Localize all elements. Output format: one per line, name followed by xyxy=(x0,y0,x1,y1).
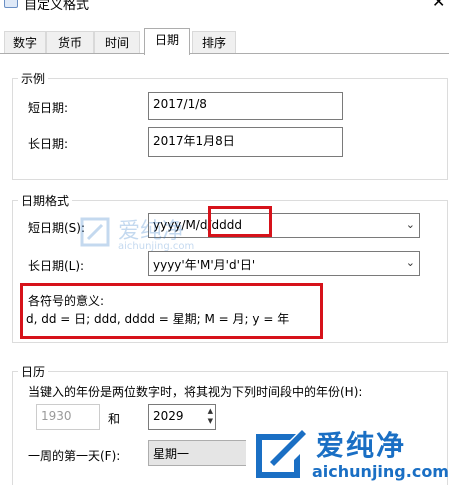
and-label: 和 xyxy=(108,412,121,426)
app-icon xyxy=(4,0,18,8)
tab-date[interactable]: 日期 xyxy=(144,28,190,55)
tab-currency[interactable]: 货币 xyxy=(46,31,94,54)
first-day-value: 星期一 xyxy=(153,447,190,461)
long-date-value: yyyy'年'M'月'd'日' xyxy=(153,258,256,272)
tab-sort[interactable]: 排序 xyxy=(192,31,236,54)
short-date-label: 短日期(S): xyxy=(28,221,86,235)
brand-watermark: 爱纯净 aichunjing.com xyxy=(246,420,449,485)
window-title: 自定义格式 xyxy=(24,0,90,13)
tab-number[interactable]: 数字 xyxy=(4,31,46,54)
faint-watermark: 爱纯净 aichunjing.com xyxy=(78,215,198,259)
close-icon[interactable]: ✕ xyxy=(432,0,445,11)
faint-watermark-domain: aichunjing.com xyxy=(118,241,195,252)
date-format-group-title: 日期格式 xyxy=(18,192,73,209)
example-long-label: 长日期: xyxy=(28,137,69,151)
example-short-label: 短日期: xyxy=(28,101,69,115)
brand-logo-icon xyxy=(256,430,306,478)
first-day-label: 一周的第一天(F): xyxy=(28,449,121,463)
chevron-down-icon[interactable]: ⌄ xyxy=(406,218,415,231)
chevron-down-icon[interactable]: ⌄ xyxy=(406,256,415,269)
title-bar: 自定义格式 ✕ xyxy=(0,0,449,26)
tab-strip: 数字 货币 时间 日期 排序 xyxy=(0,28,449,55)
highlight-box-format xyxy=(208,206,272,237)
to-year-value: 2029 xyxy=(153,409,184,423)
spinner-arrows-icon[interactable]: ▲ ▼ xyxy=(208,406,213,426)
tab-time[interactable]: 时间 xyxy=(94,31,140,54)
highlight-box-legend xyxy=(20,283,323,339)
example-group-title: 示例 xyxy=(18,70,49,87)
long-date-label: 长日期(L): xyxy=(28,259,85,273)
brand-logo-icon xyxy=(80,217,110,247)
from-year-field: 1930 xyxy=(36,404,100,430)
example-short-value: 2017/1/8 xyxy=(148,92,343,120)
brand-watermark-domain: aichunjing.com xyxy=(312,462,449,481)
example-long-value: 2017年1月8日 xyxy=(148,127,343,157)
brand-watermark-name: 爱纯净 xyxy=(316,429,407,462)
two-digit-year-label: 当键入的年份是两位数字时，将其视为下列时间段中的年份(H): xyxy=(28,385,363,399)
to-year-spinner[interactable]: 2029 ▲ ▼ xyxy=(148,404,216,430)
calendar-group-title: 日历 xyxy=(18,363,49,380)
first-day-combo[interactable]: 星期一 xyxy=(148,440,258,466)
